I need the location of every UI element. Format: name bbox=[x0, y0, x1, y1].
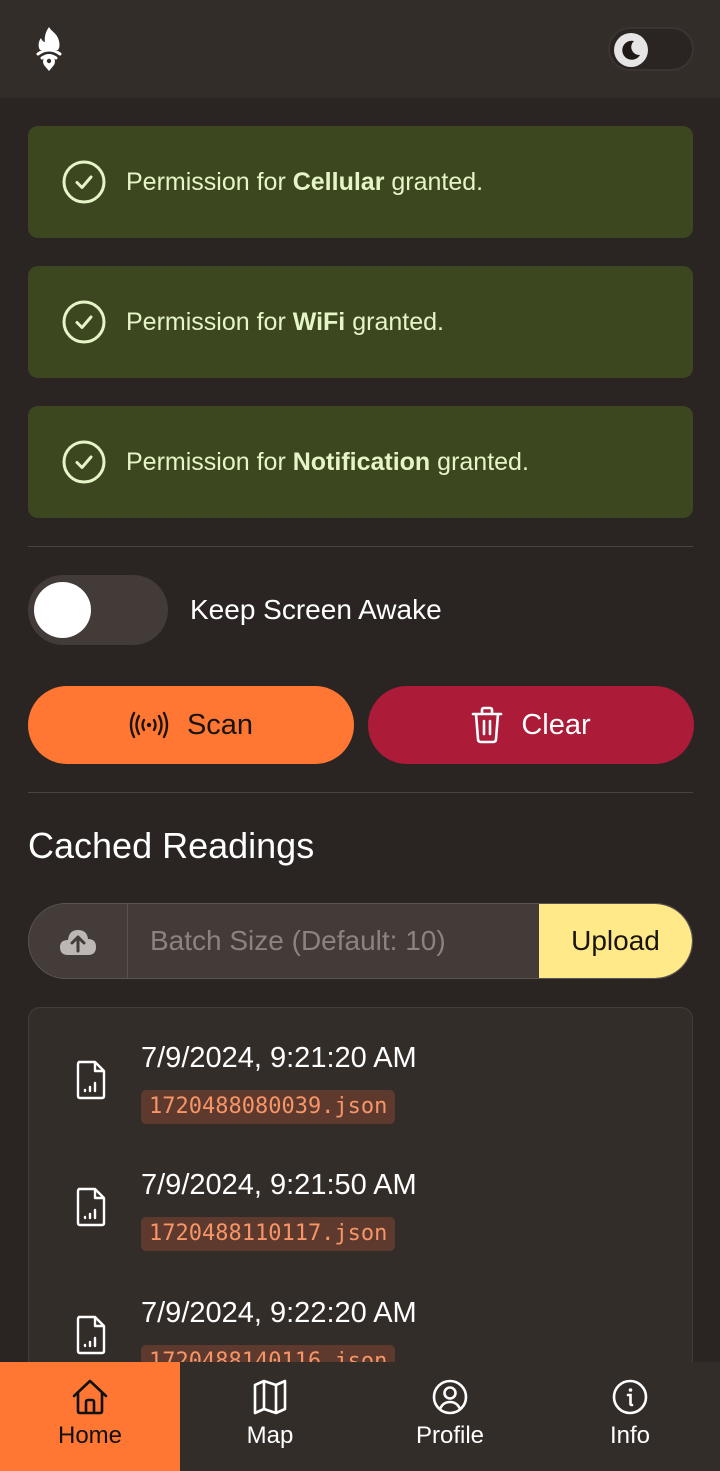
alert-message: Permission for WiFi granted. bbox=[126, 308, 444, 336]
reading-timestamp: 7/9/2024, 9:21:50 AM bbox=[141, 1169, 417, 1201]
flame-wifi-pin-icon[interactable] bbox=[32, 26, 66, 72]
check-circle-icon bbox=[62, 440, 106, 484]
alert-permission-wifi: Permission for WiFi granted. bbox=[28, 266, 693, 378]
scan-button-label: Scan bbox=[186, 708, 254, 741]
theme-toggle-knob bbox=[614, 33, 648, 67]
alert-message: Permission for Notification granted. bbox=[126, 448, 529, 476]
info-circle-icon bbox=[612, 1379, 648, 1415]
alert-permission-cellular: Permission for Cellular granted. bbox=[28, 126, 693, 238]
keep-screen-awake-toggle[interactable] bbox=[28, 575, 168, 645]
bottom-nav: Home Map Profile Info bbox=[0, 1362, 720, 1471]
nav-item-home[interactable]: Home bbox=[0, 1362, 180, 1471]
cached-readings-heading: Cached Readings bbox=[28, 825, 315, 866]
nav-label: Profile bbox=[415, 1422, 485, 1449]
trash-icon bbox=[472, 706, 503, 744]
scan-button[interactable]: Scan bbox=[28, 686, 354, 764]
check-circle-icon bbox=[62, 300, 106, 344]
check-circle-icon bbox=[62, 160, 106, 204]
toggle-knob bbox=[34, 582, 91, 638]
nav-item-map[interactable]: Map bbox=[180, 1362, 360, 1471]
batch-upload-group: Upload bbox=[28, 903, 693, 979]
divider bbox=[28, 792, 693, 793]
reading-filename: 1720488080039.json bbox=[141, 1090, 396, 1124]
nav-item-info[interactable]: Info bbox=[540, 1362, 720, 1471]
nav-label: Info bbox=[609, 1422, 651, 1449]
batch-size-input[interactable] bbox=[128, 904, 539, 978]
clear-button[interactable]: Clear bbox=[368, 686, 694, 764]
nav-item-profile[interactable]: Profile bbox=[360, 1362, 540, 1471]
upload-addon bbox=[29, 904, 128, 978]
nav-label: Home bbox=[57, 1422, 123, 1449]
list-item[interactable]: 7/9/2024, 9:21:50 AM 1720488110117.json bbox=[29, 1135, 692, 1263]
broadcast-icon bbox=[129, 711, 169, 739]
alert-message: Permission for Cellular granted. bbox=[126, 168, 484, 196]
divider bbox=[28, 546, 693, 547]
user-circle-icon bbox=[432, 1379, 468, 1415]
map-icon bbox=[253, 1379, 287, 1415]
theme-toggle[interactable] bbox=[608, 27, 694, 71]
upload-button[interactable]: Upload bbox=[539, 904, 692, 978]
list-item[interactable]: 7/9/2024, 9:21:20 AM 1720488080039.json bbox=[29, 1008, 692, 1136]
reading-timestamp: 7/9/2024, 9:21:20 AM bbox=[141, 1042, 417, 1074]
moon-icon bbox=[622, 40, 640, 60]
file-chart-icon bbox=[76, 1187, 106, 1227]
app-header bbox=[0, 0, 720, 98]
home-icon bbox=[72, 1379, 108, 1415]
clear-button-label: Clear bbox=[521, 708, 591, 741]
permission-name: Cellular bbox=[292, 168, 385, 196]
nav-label: Map bbox=[246, 1422, 294, 1449]
file-chart-icon bbox=[76, 1060, 106, 1100]
cloud-upload-icon bbox=[60, 930, 96, 955]
permission-name: WiFi bbox=[292, 308, 346, 336]
reading-filename: 1720488110117.json bbox=[141, 1217, 396, 1251]
permission-name: Notification bbox=[292, 448, 431, 476]
file-chart-icon bbox=[76, 1315, 106, 1355]
reading-timestamp: 7/9/2024, 9:22:20 AM bbox=[141, 1297, 417, 1329]
keep-screen-awake-label: Keep Screen Awake bbox=[190, 594, 442, 625]
alert-permission-notification: Permission for Notification granted. bbox=[28, 406, 693, 518]
